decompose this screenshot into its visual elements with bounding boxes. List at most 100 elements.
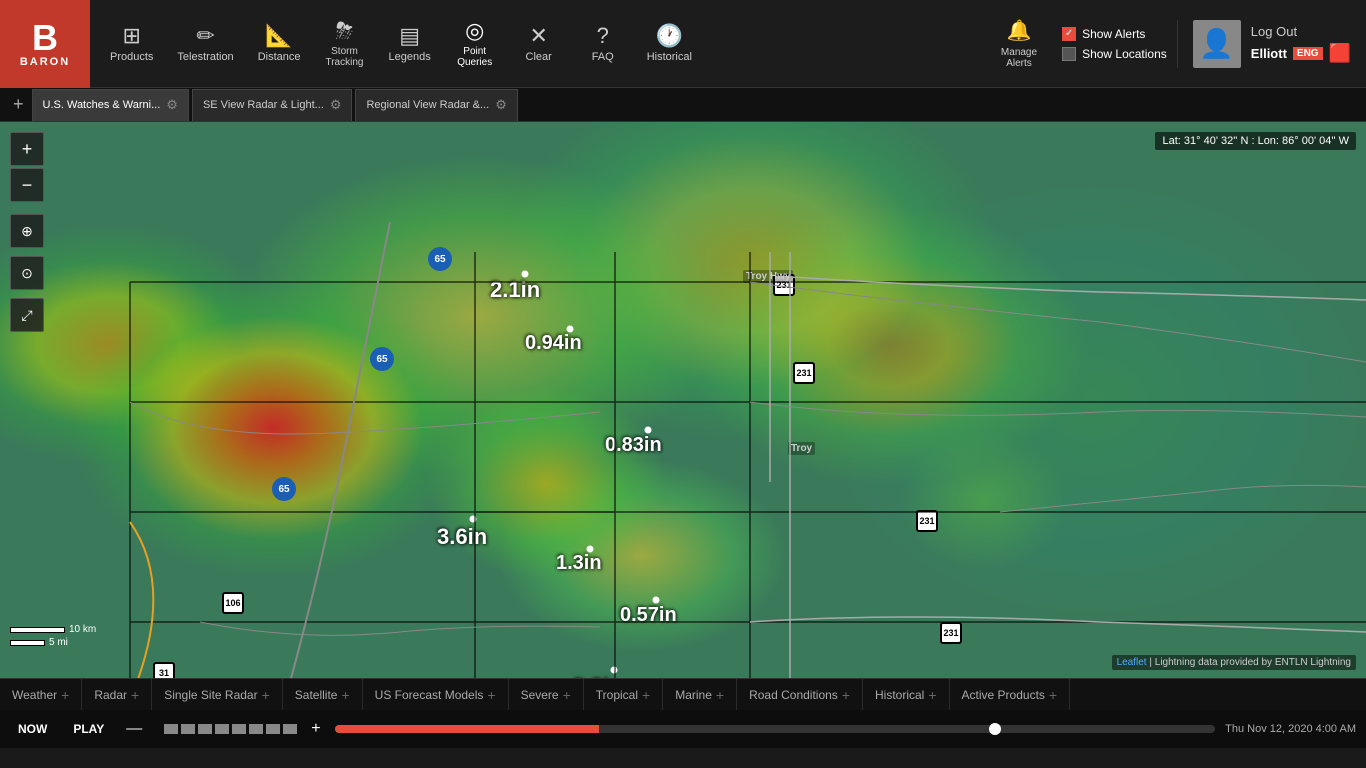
btab-weather-label: Weather [12,688,57,702]
nav-products[interactable]: ⊞ Products [100,19,163,69]
tl-seg-4[interactable] [215,724,229,734]
logo[interactable]: B BARON [0,0,90,88]
flag-icon: 🟥 [1329,43,1351,64]
btab-tropical-label: Tropical [596,688,638,702]
show-locations-label: Show Locations [1082,47,1167,61]
btab-marine[interactable]: Marine + [663,679,737,711]
zoom-in-button[interactable]: + [10,132,44,166]
timeline-plus-button[interactable]: + [307,720,324,738]
btab-tropical[interactable]: Tropical + [584,679,663,711]
show-alerts-checkbox[interactable]: ✓ [1062,27,1076,41]
locate-button[interactable]: ⊙ [10,256,44,290]
scale-km-label: 10 km [69,624,96,635]
show-alerts-toggle[interactable]: ✓ Show Alerts [1062,27,1167,41]
historical-icon: 🕐 [656,25,683,47]
map-container[interactable]: + − ⊕ ⊙ ⤢ Lat: 31° 40' 32'' N : Lon: 86°… [0,122,1366,678]
tab-1-gear-icon[interactable]: ⚙ [166,97,178,113]
manage-alerts-area: 🔔 ManageAlerts [986,18,1052,69]
distance-label: Distance [258,51,301,63]
btab-historical-label: Historical [875,688,924,702]
timeline-now-button[interactable]: NOW [10,718,55,740]
btab-tropical-plus[interactable]: + [642,687,650,703]
nav-legends[interactable]: ▤ Legends [378,19,440,69]
manage-alerts-icon: 🔔 [1007,18,1032,43]
tl-seg-3[interactable] [198,724,212,734]
show-locations-toggle[interactable]: Show Locations [1062,47,1167,61]
nav-point-queries[interactable]: ◎ PointQueries [445,14,505,74]
timeline-play-button[interactable]: PLAY [65,718,112,740]
tab-1[interactable]: U.S. Watches & Warni... ⚙ [32,89,189,121]
add-tab-button[interactable]: + [5,94,32,115]
tl-seg-6[interactable] [249,724,263,734]
scale-mi-label: 5 mi [49,637,68,648]
legends-icon: ▤ [399,25,420,47]
storm-tracking-label: StormTracking [325,46,363,68]
btab-road-conditions[interactable]: Road Conditions + [737,679,863,711]
btab-weather[interactable]: Weather + [0,679,82,711]
user-info: Log Out Elliott ENG 🟥 [1251,24,1351,64]
products-label: Products [110,51,153,63]
btab-single-site-radar[interactable]: Single Site Radar + [152,679,283,711]
btab-radar[interactable]: Radar + [82,679,152,711]
logo-name: BARON [20,56,70,68]
timeline-filled [335,725,599,733]
username: Elliott [1251,46,1287,61]
map-controls: + − ⊕ ⊙ ⤢ [10,132,44,332]
btab-us-forecast[interactable]: US Forecast Models + [363,679,509,711]
timeline-minus-button[interactable]: — [122,720,146,738]
btab-single-site-plus[interactable]: + [262,687,270,703]
fullscreen-button[interactable]: ⤢ [10,298,44,332]
btab-marine-plus[interactable]: + [716,687,724,703]
distance-icon: 📐 [265,25,292,47]
language-badge[interactable]: ENG [1293,47,1323,60]
show-locations-checkbox[interactable] [1062,47,1076,61]
toggles-area: ✓ Show Alerts Show Locations [1052,27,1177,61]
storm-tracking-icon: ⛈ [336,20,354,42]
nav-distance[interactable]: 📐 Distance [248,19,311,69]
tl-seg-5[interactable] [232,724,246,734]
nav-storm-tracking[interactable]: ⛈ StormTracking [314,14,374,74]
btab-historical-plus[interactable]: + [928,687,936,703]
btab-radar-plus[interactable]: + [131,687,139,703]
btab-radar-label: Radar [94,688,127,702]
tl-seg-1[interactable] [164,724,178,734]
zoom-in-alt-button[interactable]: ⊕ [10,214,44,248]
tl-seg-7[interactable] [266,724,280,734]
btab-weather-plus[interactable]: + [61,687,69,703]
zoom-out-button[interactable]: − [10,168,44,202]
tab-3[interactable]: Regional View Radar &... ⚙ [355,89,517,121]
nav-clear[interactable]: ✕ Clear [509,19,569,69]
logout-button[interactable]: Log Out [1251,24,1351,39]
attribution-text: | Lightning data provided by ENTLN Light… [1149,657,1351,668]
btab-satellite[interactable]: Satellite + [283,679,363,711]
btab-active-products-plus[interactable]: + [1049,687,1057,703]
point-queries-icon: ◎ [465,20,484,42]
btab-active-products[interactable]: Active Products + [950,679,1071,711]
tab-2-gear-icon[interactable]: ⚙ [330,97,342,113]
scale-ruler-mi [10,640,45,646]
btab-us-forecast-plus[interactable]: + [487,687,495,703]
btab-satellite-plus[interactable]: + [341,687,349,703]
tab-2[interactable]: SE View Radar & Light... ⚙ [192,89,353,121]
btab-road-conditions-plus[interactable]: + [842,687,850,703]
tl-seg-2[interactable] [181,724,195,734]
manage-alerts-button[interactable]: 🔔 ManageAlerts [1001,18,1037,69]
tl-seg-8[interactable] [283,724,297,734]
coordinate-display: Lat: 31° 40' 32'' N : Lon: 86° 00' 04'' … [1155,132,1356,150]
btab-severe[interactable]: Severe + [509,679,584,711]
timeline-scrubber[interactable] [335,725,1216,733]
btab-severe-plus[interactable]: + [563,687,571,703]
radar-overlay [0,122,1366,678]
nav-historical[interactable]: 🕐 Historical [637,19,702,69]
btab-single-site-label: Single Site Radar [164,688,257,702]
scale-bar: 10 km 5 mi [10,624,96,648]
nav-telestration[interactable]: ✏ Telestration [167,19,243,69]
btab-severe-label: Severe [521,688,559,702]
leaflet-link[interactable]: Leaflet [1117,657,1147,668]
tab-3-gear-icon[interactable]: ⚙ [495,97,507,113]
manage-alerts-label: ManageAlerts [1001,47,1037,69]
user-area: 👤 Log Out Elliott ENG 🟥 [1177,20,1366,68]
btab-historical[interactable]: Historical + [863,679,950,711]
timeline-thumb[interactable] [989,723,1001,735]
nav-faq[interactable]: ? FAQ [573,19,633,69]
